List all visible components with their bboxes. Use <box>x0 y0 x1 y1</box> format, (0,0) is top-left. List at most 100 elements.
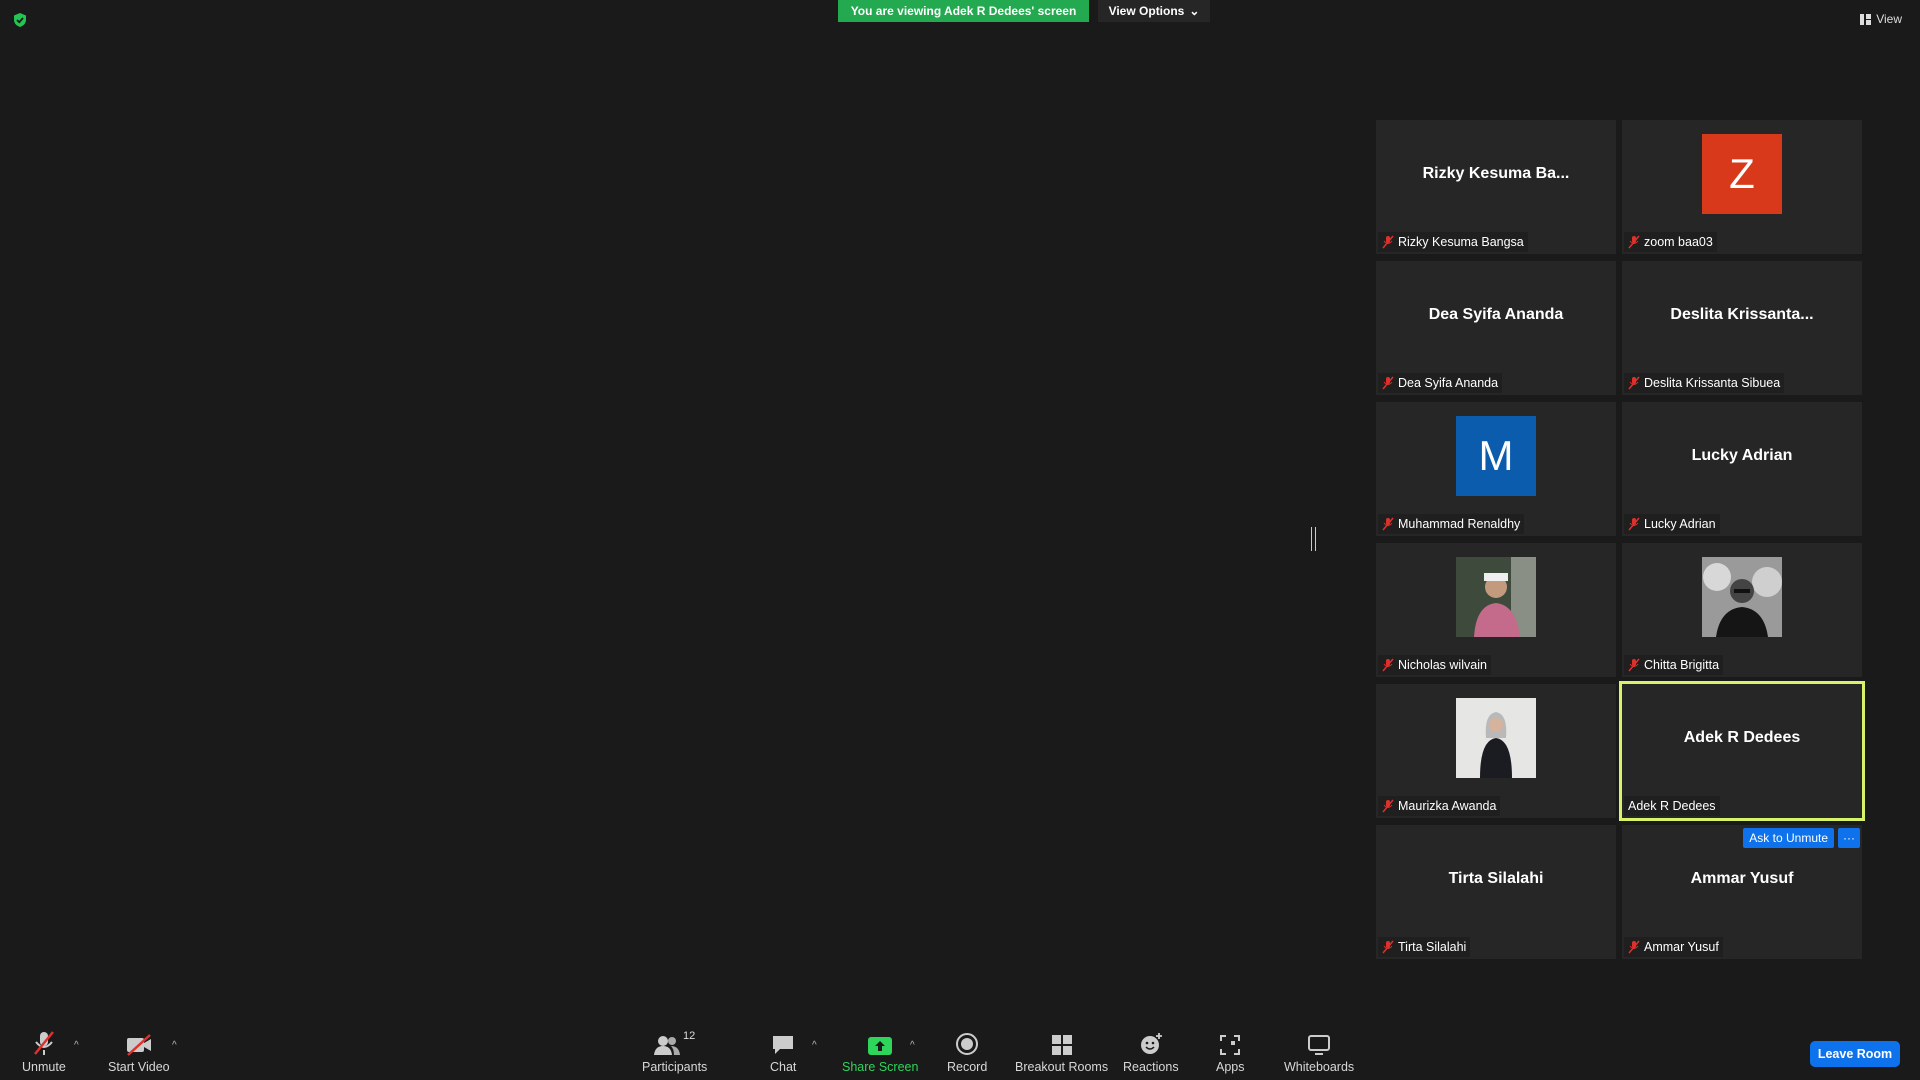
participant-display-name: Lucky Adrian <box>1691 447 1793 464</box>
muted-mic-icon <box>1628 517 1640 531</box>
participant-nametag: Maurizka Awanda <box>1378 796 1501 816</box>
share-screen-button[interactable]: Share Screen <box>842 1030 918 1074</box>
participant-name: Rizky Kesuma Bangsa <box>1398 235 1524 249</box>
participant-nametag: Tirta Silalahi <box>1378 937 1471 957</box>
participant-display-name: Deslita Krissanta... <box>1670 306 1814 323</box>
reactions-button[interactable]: Reactions <box>1123 1030 1179 1074</box>
resize-handle[interactable] <box>1311 527 1316 551</box>
reactions-label: Reactions <box>1123 1060 1179 1074</box>
chat-options-caret-icon[interactable]: ^ <box>812 1040 817 1051</box>
participant-display-name: Adek R Dedees <box>1683 729 1801 746</box>
participant-nametag: Adek R Dedees <box>1624 796 1720 816</box>
participant-nametag: Deslita Krissanta Sibuea <box>1624 373 1785 393</box>
whiteboards-button[interactable]: Whiteboards <box>1284 1030 1354 1074</box>
whiteboards-label: Whiteboards <box>1284 1060 1355 1074</box>
muted-mic-icon <box>1382 658 1394 672</box>
muted-mic-icon <box>1382 235 1394 249</box>
participant-tile[interactable]: Chitta Brigitta <box>1622 543 1862 677</box>
participant-display-name: Rizky Kesuma Ba... <box>1422 165 1570 182</box>
grid-view-icon <box>1860 13 1872 25</box>
muted-mic-icon <box>1382 799 1394 813</box>
participant-name: Adek R Dedees <box>1628 799 1716 813</box>
audio-options-caret-icon[interactable]: ^ <box>74 1040 79 1051</box>
chevron-down-icon: ⌄ <box>1189 4 1200 18</box>
share-screen-icon <box>868 1037 893 1055</box>
reactions-smiley-icon <box>1140 1033 1162 1054</box>
participant-nametag: Muhammad Renaldhy <box>1378 514 1525 534</box>
participant-name: Ammar Yusuf <box>1644 940 1719 954</box>
participant-nametag: Rizky Kesuma Bangsa <box>1378 232 1528 252</box>
view-options-button[interactable]: View Options ⌄ <box>1098 0 1210 22</box>
participant-gallery: Rizky Kesuma Ba... Rizky Kesuma Bangsa Z… <box>1376 120 1865 959</box>
muted-mic-icon <box>1382 517 1394 531</box>
participant-tile[interactable]: Tirta Silalahi Tirta Silalahi <box>1376 825 1616 959</box>
participant-avatar: Z <box>1702 134 1782 214</box>
apps-icon <box>1220 1035 1241 1055</box>
participant-tile[interactable]: M Muhammad Renaldhy <box>1376 402 1616 536</box>
view-button[interactable]: View <box>1860 12 1902 26</box>
participants-icon <box>654 1036 681 1055</box>
profile-photo <box>1456 557 1536 637</box>
participant-tile-active-speaker[interactable]: Adek R Dedees Adek R Dedees Ask to Unmut… <box>1619 681 1865 848</box>
record-label: Record <box>947 1060 988 1074</box>
muted-mic-icon <box>1382 940 1394 954</box>
leave-room-button[interactable]: Leave Room <box>1810 1041 1900 1067</box>
muted-mic-icon <box>33 1031 54 1055</box>
muted-mic-icon <box>1628 658 1640 672</box>
unmute-button[interactable]: Unmute <box>22 1030 66 1074</box>
participant-name: zoom baa03 <box>1644 235 1713 249</box>
participants-button[interactable]: 12 Participants <box>642 1030 707 1074</box>
participant-tile[interactable]: Nicholas wilvain <box>1376 543 1616 677</box>
video-options-caret-icon[interactable]: ^ <box>172 1040 177 1051</box>
participant-name: Dea Syifa Ananda <box>1398 376 1499 390</box>
participant-avatar: M <box>1456 416 1536 496</box>
start-video-label: Start Video <box>108 1060 170 1074</box>
share-screen-label: Share Screen <box>842 1060 919 1074</box>
participant-name: Tirta Silalahi <box>1398 940 1467 954</box>
meeting-toolbar: Unmute ^ Start Video ^ 12 Participants C <box>0 1000 1920 1080</box>
view-label: View <box>1876 12 1902 26</box>
participant-tile[interactable]: Z zoom baa03 <box>1622 120 1862 254</box>
screen-share-banner-text: You are viewing Adek R Dedees' screen <box>850 4 1077 18</box>
more-options-button[interactable]: ··· <box>1838 828 1860 848</box>
participants-count: 12 <box>683 1030 696 1042</box>
participant-tile[interactable]: Lucky Adrian Lucky Adrian <box>1622 402 1862 536</box>
participant-name: Muhammad Renaldhy <box>1398 517 1521 531</box>
ask-to-unmute-button[interactable]: Ask to Unmute <box>1743 828 1834 848</box>
muted-mic-icon <box>1382 376 1394 390</box>
participant-name: Maurizka Awanda <box>1398 799 1497 813</box>
share-options-caret-icon[interactable]: ^ <box>910 1040 915 1051</box>
security-shield-icon[interactable] <box>12 12 28 28</box>
participant-name: Nicholas wilvain <box>1398 658 1487 672</box>
muted-mic-icon <box>1628 235 1640 249</box>
muted-mic-icon <box>1628 940 1640 954</box>
profile-photo <box>1702 557 1782 637</box>
participant-tile[interactable]: Dea Syifa Ananda Dea Syifa Ananda <box>1376 261 1616 395</box>
participant-display-name: Tirta Silalahi <box>1448 870 1544 887</box>
whiteboard-icon <box>1308 1035 1331 1055</box>
chat-button[interactable]: Chat <box>770 1030 796 1074</box>
participant-nametag: Chitta Brigitta <box>1624 655 1724 675</box>
breakout-rooms-button[interactable]: Breakout Rooms <box>1015 1030 1108 1074</box>
participants-label: Participants <box>642 1060 708 1074</box>
chat-bubble-icon <box>773 1036 794 1054</box>
participant-tile[interactable]: Maurizka Awanda <box>1376 684 1616 818</box>
participant-name: Chitta Brigitta <box>1644 658 1720 672</box>
breakout-rooms-icon <box>1051 1035 1072 1055</box>
apps-button[interactable]: Apps <box>1216 1030 1245 1074</box>
video-off-icon <box>126 1034 151 1056</box>
participant-display-name: Dea Syifa Ananda <box>1428 306 1564 323</box>
muted-mic-icon <box>1628 376 1640 390</box>
participant-tile[interactable]: Rizky Kesuma Ba... Rizky Kesuma Bangsa <box>1376 120 1616 254</box>
record-button[interactable]: Record <box>947 1030 987 1074</box>
profile-photo <box>1456 698 1536 778</box>
participant-tile[interactable]: Deslita Krissanta... Deslita Krissanta S… <box>1622 261 1862 395</box>
participant-nametag: Ammar Yusuf <box>1624 937 1723 957</box>
record-icon <box>956 1033 979 1055</box>
apps-label: Apps <box>1216 1060 1245 1074</box>
participant-nametag: zoom baa03 <box>1624 232 1717 252</box>
participant-nametag: Lucky Adrian <box>1624 514 1720 534</box>
start-video-button[interactable]: Start Video <box>108 1030 170 1074</box>
screen-share-banner: You are viewing Adek R Dedees' screen <box>838 0 1089 22</box>
participant-nametag: Nicholas wilvain <box>1378 655 1491 675</box>
